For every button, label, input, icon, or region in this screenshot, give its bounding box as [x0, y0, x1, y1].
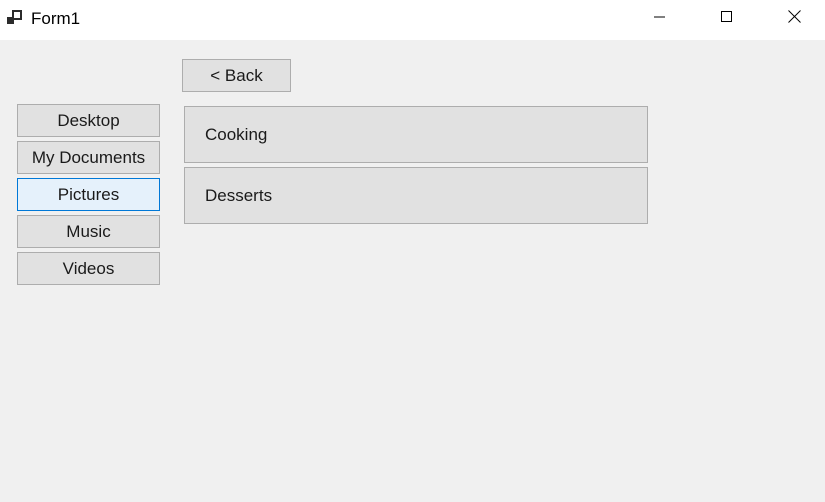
minimize-icon	[654, 10, 666, 28]
close-icon	[787, 10, 801, 28]
sidebar-item-videos[interactable]: Videos	[17, 252, 160, 285]
sidebar-item-music[interactable]: Music	[17, 215, 160, 248]
folder-item-desserts[interactable]: Desserts	[184, 167, 648, 224]
sidebar-item-pictures[interactable]: Pictures	[17, 178, 160, 211]
folder-item-cooking[interactable]: Cooking	[184, 106, 648, 163]
back-button[interactable]: < Back	[182, 59, 291, 92]
maximize-icon	[721, 10, 733, 28]
maximize-button[interactable]	[704, 0, 750, 38]
app-icon	[7, 9, 25, 27]
close-button[interactable]	[771, 0, 817, 38]
window-title: Form1	[31, 9, 81, 28]
title-bar[interactable]: Form1	[0, 0, 825, 40]
app-window: Form1 < Back Desktop My Documents Pictur…	[0, 0, 825, 502]
sidebar-item-desktop[interactable]: Desktop	[17, 104, 160, 137]
minimize-button[interactable]	[637, 0, 683, 38]
sidebar-item-my-documents[interactable]: My Documents	[17, 141, 160, 174]
